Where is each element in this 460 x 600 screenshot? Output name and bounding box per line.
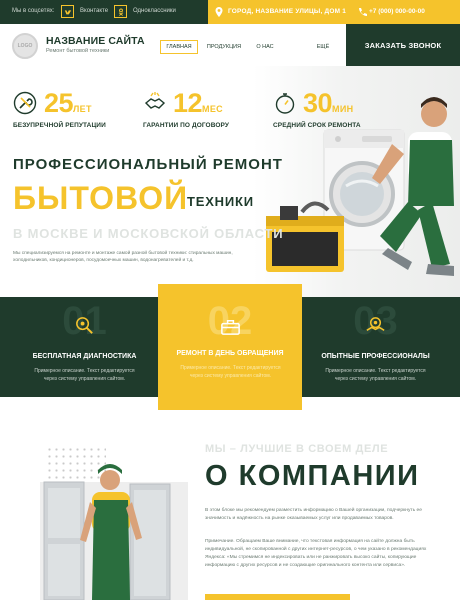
phone-link[interactable]: +7 (000) 000-00-00: [369, 8, 425, 15]
logo-text: LOGO: [17, 43, 33, 49]
hero-section: 25ЛЕТ БЕЗУПРЕЧНОЙ РЕПУТАЦИИ 12МЕС ГАРАНТ…: [0, 66, 460, 297]
repairman-illustration: [266, 97, 454, 276]
feature-title: БЕСПЛАТНАЯ ДИАГНОСТИКА: [32, 353, 137, 360]
feature-text: Примерное описание. Текст редактируется …: [325, 368, 426, 382]
feature-title: ОПЫТНЫЕ ПРОФЕССИОНАЛЫ: [321, 353, 430, 360]
odnoklassniki-icon[interactable]: [114, 5, 127, 18]
feature-text: Примерное описание. Текст редактируется …: [34, 368, 135, 382]
nav-more[interactable]: ЕЩЁ: [312, 40, 334, 54]
feature-card: 03 ОПЫТНЫЕ ПРОФЕССИОНАЛЫ Примерное описа…: [303, 297, 448, 397]
about-title: О КОМПАНИИ: [205, 460, 420, 492]
toolbox-icon: [221, 319, 240, 335]
stat-warranty-value: 12: [173, 88, 203, 118]
handshake-gear-icon: [366, 317, 385, 331]
social-label: Мы в соцсетях:: [12, 8, 55, 14]
hero-line-2-small: ТЕХНИКИ: [187, 194, 254, 209]
stat-time-unit: МИН: [332, 104, 354, 114]
stat-time: 30МИН: [303, 90, 353, 117]
odnoklassniki-link[interactable]: Одноклассники: [133, 8, 176, 14]
stat-years-value: 25: [44, 88, 74, 118]
stopwatch-icon: [275, 93, 295, 114]
phone-icon: [359, 8, 367, 16]
stat-warranty-caption: ГАРАНТИИ ПО ДОГОВОРУ: [143, 122, 229, 129]
feature-title: РЕМОНТ В ДЕНЬ ОБРАЩЕНИЯ: [176, 350, 284, 357]
stat-warranty: 12МЕС: [173, 90, 223, 117]
site-tagline: Ремонт бытовой техники: [46, 48, 110, 54]
stat-time-caption: СРЕДНИЙ СРОК РЕМОНТА: [273, 122, 361, 129]
vk-icon[interactable]: [61, 5, 74, 18]
feature-text: Примерное описание. Текст редактируется …: [180, 365, 281, 379]
address-text: ГОРОД, НАЗВАНИЕ УЛИЦЫ, ДОМ 1: [228, 8, 347, 15]
stat-warranty-unit: МЕС: [202, 104, 223, 114]
hero-line-3: В МОСКВЕ И МОСКОВСКОЙ ОБЛАСТИ: [13, 226, 284, 241]
hero-line-2-big: БЫТОВОЙ: [13, 180, 189, 216]
about-more-button[interactable]: [205, 594, 350, 600]
feature-card: 01 БЕСПЛАТНАЯ ДИАГНОСТИКА Примерное опис…: [12, 297, 157, 397]
technician-fridge-illustration: [43, 464, 171, 600]
vk-link[interactable]: Вконтакте: [80, 8, 108, 14]
feature-card-highlight: 02 РЕМОНТ В ДЕНЬ ОБРАЩЕНИЯ Примерное опи…: [158, 284, 302, 410]
about-subtitle: МЫ – ЛУЧШИЕ В СВОЕМ ДЕЛЕ: [205, 443, 389, 455]
about-section: МЫ – ЛУЧШИЕ В СВОЕМ ДЕЛЕ О КОМПАНИИ В эт…: [0, 410, 460, 600]
order-call-button[interactable]: ЗАКАЗАТЬ ЗВОНОК: [346, 24, 460, 66]
stat-years-unit: ЛЕТ: [73, 104, 92, 114]
top-bar: Мы в соцсетях: Вконтакте Одноклассники Г…: [0, 0, 460, 24]
about-paragraph-1: В этом блоке мы рекомендуем разместить и…: [205, 508, 422, 522]
logo[interactable]: LOGO: [12, 33, 38, 59]
hero-description: Мы специализируемся на ремонте и монтаже…: [13, 251, 233, 264]
site-header: LOGO НАЗВАНИЕ САЙТА Ремонт бытовой техни…: [0, 24, 460, 66]
about-paragraph-2: Примечание. Обращаем Ваше внимание, что …: [205, 539, 427, 569]
hero-line-1: ПРОФЕССИОНАЛЬНЫЙ РЕМОНТ: [13, 156, 283, 173]
magnifier-gear-icon: [76, 317, 93, 334]
nav-about[interactable]: О НАС: [252, 40, 278, 54]
stat-years: 25ЛЕТ: [44, 90, 92, 117]
site-name[interactable]: НАЗВАНИЕ САЙТА: [46, 35, 145, 47]
nav-home[interactable]: ГЛАВНАЯ: [160, 40, 198, 54]
stat-years-caption: БЕЗУПРЕЧНОЙ РЕПУТАЦИИ: [13, 122, 106, 129]
wrench-icon: [13, 91, 37, 115]
location-pin-icon: [215, 7, 223, 17]
stat-time-value: 30: [303, 88, 333, 118]
nav-products[interactable]: ПРОДУКЦИЯ: [204, 40, 244, 54]
handshake-icon: [144, 92, 166, 109]
